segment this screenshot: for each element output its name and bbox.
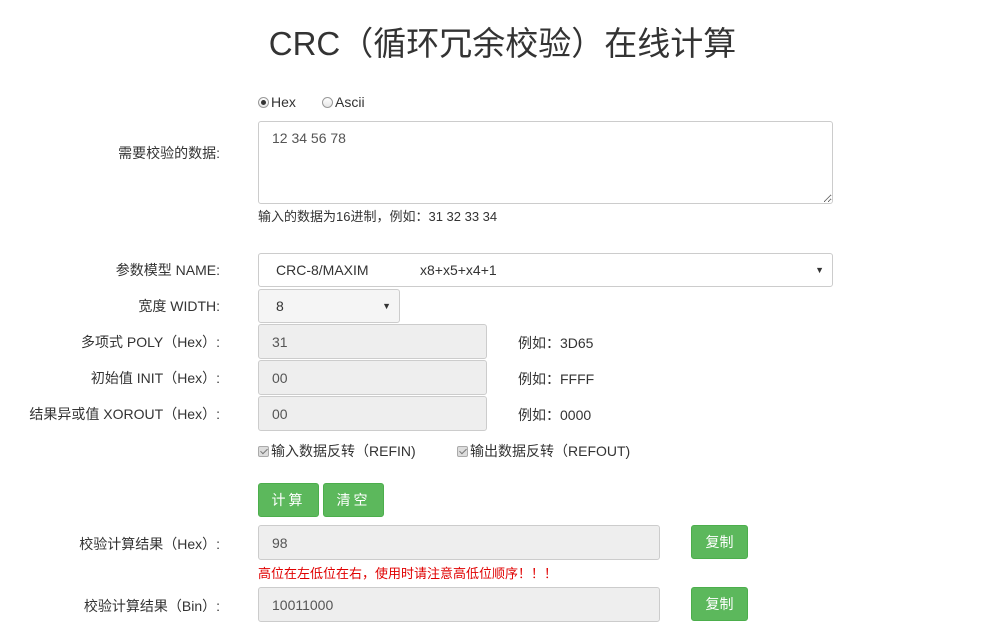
xorout-input-value: 00 [272, 405, 288, 422]
result-hex-value: 98 [272, 534, 288, 551]
model-label: 参数模型 NAME: [115, 262, 220, 278]
radio-hex-label: Hex [271, 94, 296, 110]
width-select-value: 8 [276, 298, 284, 314]
result-bin-value: 10011000 [272, 596, 334, 613]
data-input[interactable]: 12 34 56 78 [258, 121, 833, 204]
xorout-label: 结果异或值 XOROUT（Hex）: [29, 406, 220, 422]
width-label: 宽度 WIDTH: [138, 298, 220, 314]
poly-label: 多项式 POLY（Hex）: [81, 334, 220, 350]
model-select[interactable]: CRC-8/MAXIM x8+x5+x4+1 ▼ [258, 253, 833, 287]
page-title: CRC（循环冗余校验）在线计算 [268, 25, 737, 62]
model-select-poly: x8+x5+x4+1 [420, 262, 497, 278]
model-select-value: CRC-8/MAXIM [276, 262, 369, 278]
chevron-down-icon: ▼ [815, 265, 824, 275]
clear-button[interactable]: 清空 [323, 483, 384, 517]
refout-checkbox[interactable]: 输出数据反转（REFOUT) [457, 441, 630, 461]
poly-input[interactable]: 31 [258, 324, 487, 359]
width-select[interactable]: 8 ▼ [258, 289, 400, 323]
radio-ascii-label: Ascii [335, 94, 365, 110]
refin-checkbox[interactable]: 输入数据反转（REFIN) [258, 441, 416, 461]
init-input-value: 00 [272, 369, 288, 386]
data-hint: 输入的数据为16进制，例如：31 32 33 34 [258, 209, 498, 224]
init-input[interactable]: 00 [258, 360, 487, 395]
result-warning: 高位在左低位在右，使用时请注意高低位顺序！！！ [258, 566, 558, 581]
radio-hex-indicator[interactable] [258, 96, 269, 108]
result-bin-label: 校验计算结果（Bin）: [83, 598, 220, 614]
result-bin-output[interactable]: 10011000 [258, 587, 660, 622]
result-hex-label: 校验计算结果（Hex）: [79, 536, 220, 552]
radio-ascii-indicator[interactable] [322, 96, 333, 108]
refout-label: 输出数据反转（REFOUT) [470, 443, 631, 459]
init-label: 初始值 INIT（Hex）: [90, 370, 220, 386]
refin-label: 输入数据反转（REFIN) [271, 443, 416, 459]
chevron-down-icon: ▼ [382, 301, 391, 311]
radio-ascii[interactable]: Ascii [322, 94, 365, 110]
copy-hex-button[interactable]: 复制 [691, 525, 748, 559]
data-label: 需要校验的数据: [118, 145, 220, 161]
radio-hex[interactable]: Hex [258, 94, 296, 110]
calculate-button[interactable]: 计算 [258, 483, 319, 517]
poly-input-value: 31 [272, 333, 288, 350]
result-hex-output[interactable]: 98 [258, 525, 660, 560]
xorout-input[interactable]: 00 [258, 396, 487, 431]
copy-bin-button[interactable]: 复制 [691, 587, 748, 621]
refout-checkbox-box[interactable] [457, 445, 468, 457]
xorout-example: 例如：0000 [518, 407, 592, 423]
init-example: 例如：FFFF [518, 371, 595, 387]
poly-example: 例如：3D65 [518, 335, 594, 351]
refin-checkbox-box[interactable] [258, 445, 269, 457]
